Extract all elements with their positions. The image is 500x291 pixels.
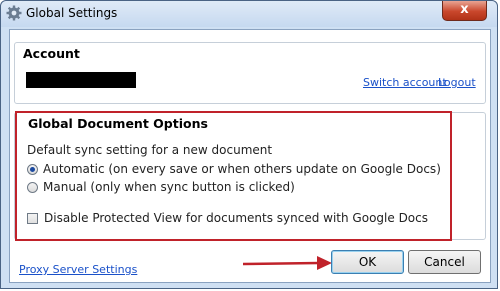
logout-link[interactable]: Logout <box>438 76 476 89</box>
window-title: Global Settings <box>26 6 118 20</box>
switch-account-link[interactable]: Switch account <box>363 76 447 89</box>
global-settings-window: Global Settings x Account Switch account… <box>0 0 498 289</box>
radio-automatic[interactable] <box>27 163 38 175</box>
proxy-server-settings-link[interactable]: Proxy Server Settings <box>19 263 137 276</box>
radio-manual-label: Manual (only when sync button is clicked… <box>43 180 295 194</box>
dialog-client-area: Account Switch account Logout Global Doc… <box>9 29 491 283</box>
global-document-options-group: Global Document Options Default sync set… <box>14 112 486 240</box>
radio-automatic-row[interactable]: Automatic (on every save or when others … <box>27 162 441 176</box>
redacted-account-name <box>26 72 136 88</box>
ok-button[interactable]: OK <box>331 250 404 274</box>
radio-manual[interactable] <box>27 181 38 193</box>
arrow-annotation-icon <box>242 256 332 270</box>
close-button[interactable]: x <box>442 1 487 21</box>
sync-setting-label: Default sync setting for a new document <box>27 143 273 157</box>
cancel-button[interactable]: Cancel <box>408 250 481 274</box>
disable-protected-view-label: Disable Protected View for documents syn… <box>44 211 428 225</box>
options-heading: Global Document Options <box>27 116 209 131</box>
radio-manual-row[interactable]: Manual (only when sync button is clicked… <box>27 180 295 194</box>
gear-icon <box>6 5 22 21</box>
close-icon: x <box>460 2 469 17</box>
disable-protected-view-checkbox[interactable] <box>27 212 38 224</box>
radio-automatic-label: Automatic (on every save or when others … <box>43 162 441 176</box>
account-group: Account Switch account Logout <box>14 42 486 104</box>
disable-protected-view-row[interactable]: Disable Protected View for documents syn… <box>27 211 428 225</box>
title-bar[interactable]: Global Settings x <box>1 1 497 27</box>
account-heading: Account <box>22 46 81 61</box>
